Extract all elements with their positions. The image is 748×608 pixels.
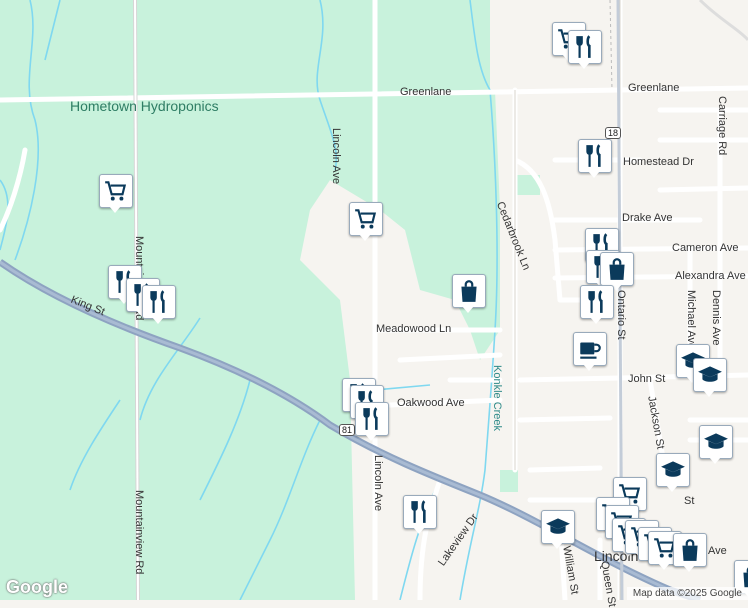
label-michael-ave: Michael Ave bbox=[685, 290, 697, 350]
school-icon bbox=[545, 514, 571, 540]
poi-pin[interactable] bbox=[580, 285, 614, 324]
poi-pin[interactable] bbox=[541, 510, 575, 549]
label-john-st: John St bbox=[628, 373, 666, 385]
shopping-bag-icon bbox=[677, 537, 703, 563]
label-ave-small: Ave bbox=[708, 545, 727, 557]
label-oakwood-ave: Oakwood Ave bbox=[397, 397, 465, 409]
label-greenlane-east: Greenlane bbox=[628, 82, 680, 94]
grocery-icon bbox=[103, 178, 129, 204]
poi-pin[interactable] bbox=[142, 285, 176, 324]
poi-pin[interactable] bbox=[573, 332, 607, 371]
label-mountainview-rd-south: Mountainview Rd bbox=[133, 490, 145, 575]
route-18-shield: 18 bbox=[605, 127, 622, 139]
label-hometown-hydroponics[interactable]: Hometown Hydroponics bbox=[70, 98, 219, 114]
restaurant-icon bbox=[572, 34, 598, 60]
shopping-bag-icon bbox=[604, 256, 630, 282]
shopping-bag-icon bbox=[456, 278, 482, 304]
restaurant-icon bbox=[146, 289, 172, 315]
poi-pin[interactable] bbox=[568, 30, 602, 69]
label-homestead-dr: Homestead Dr bbox=[623, 156, 694, 168]
label-drake-ave: Drake Ave bbox=[622, 212, 673, 224]
poi-pin[interactable] bbox=[578, 139, 612, 178]
label-cameron-ave: Cameron Ave bbox=[672, 242, 739, 254]
poi-pin[interactable] bbox=[452, 274, 486, 313]
label-st-small: St bbox=[684, 495, 695, 507]
school-icon bbox=[660, 457, 686, 483]
restaurant-icon bbox=[584, 289, 610, 315]
poi-pin[interactable] bbox=[673, 533, 707, 572]
label-meadowood-ln: Meadowood Ln bbox=[376, 323, 452, 335]
grocery-icon bbox=[353, 206, 379, 232]
poi-pin[interactable] bbox=[349, 202, 383, 241]
restaurant-icon bbox=[582, 143, 608, 169]
label-lincoln-ave-south: Lincoln Ave bbox=[372, 455, 384, 512]
poi-pin[interactable] bbox=[99, 174, 133, 213]
label-alexandra-ave: Alexandra Ave bbox=[675, 270, 746, 282]
label-dennis-ave: Dennis Ave bbox=[710, 290, 722, 346]
label-konkle-creek: Konkle Creek bbox=[491, 365, 503, 432]
restaurant-icon bbox=[359, 406, 385, 432]
poi-pin[interactable] bbox=[355, 402, 389, 441]
google-logo: Google bbox=[6, 577, 68, 597]
school-icon bbox=[703, 429, 729, 455]
label-ontario-st: Ontario St bbox=[615, 290, 627, 340]
school-icon bbox=[697, 362, 723, 388]
map-attribution[interactable]: Map data ©2025 Google bbox=[626, 587, 748, 600]
cafe-icon bbox=[577, 336, 603, 362]
label-greenlane-west: Greenlane bbox=[400, 86, 452, 98]
restaurant-icon bbox=[407, 499, 433, 525]
poi-pin[interactable] bbox=[403, 495, 437, 534]
poi-pin[interactable] bbox=[656, 453, 690, 492]
route-81-shield: 81 bbox=[339, 424, 356, 436]
poi-pin[interactable] bbox=[699, 425, 733, 464]
label-lincoln-ave-north: Lincoln Ave bbox=[330, 128, 342, 185]
label-carriage-rd: Carriage Rd bbox=[716, 96, 728, 156]
poi-pin[interactable] bbox=[693, 358, 727, 397]
